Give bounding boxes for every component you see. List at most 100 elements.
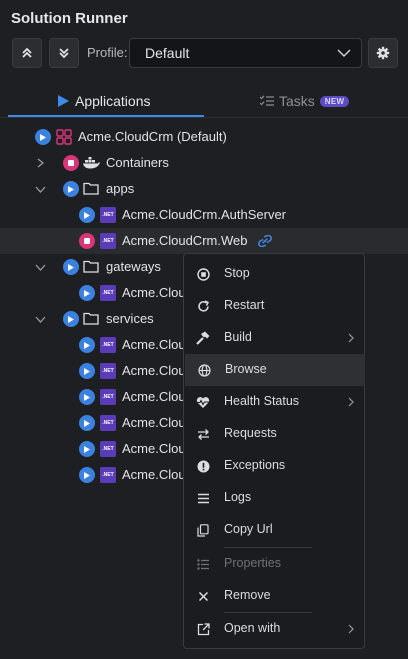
stop-square-icon <box>84 238 90 244</box>
list-icon <box>196 557 210 571</box>
menu-item-requests[interactable]: Requests <box>184 418 364 450</box>
globe-icon <box>197 363 211 377</box>
tree-item-containers[interactable]: Containers <box>0 150 408 176</box>
panel-title: Solution Runner <box>11 10 128 27</box>
hammer-icon <box>196 331 210 345</box>
play-icon <box>84 289 90 297</box>
menu-item-restart[interactable]: Restart <box>184 290 364 322</box>
start-button[interactable] <box>63 181 79 197</box>
tab-divider <box>0 117 408 118</box>
menu-item-properties: Properties <box>184 548 364 580</box>
tree-item-label: Acme.Clou <box>122 441 186 456</box>
dotnet-icon: .NET <box>100 363 116 379</box>
dotnet-icon: .NET <box>100 337 116 353</box>
play-icon <box>84 211 90 219</box>
chevron-down-icon <box>337 49 351 58</box>
folder-icon <box>83 312 99 325</box>
play-icon <box>68 185 74 193</box>
dotnet-icon: .NET <box>100 415 116 431</box>
dotnet-icon: .NET <box>100 441 116 457</box>
profile-label: Profile: <box>87 45 128 60</box>
chevron-down-icon[interactable] <box>35 264 46 271</box>
tab-bar: Applications Tasks NEW <box>0 86 408 118</box>
double-chevron-down-icon <box>59 48 69 59</box>
start-button[interactable] <box>79 207 95 223</box>
new-badge: NEW <box>319 95 350 107</box>
tree-item-label: Acme.CloudCrm (Default) <box>78 129 227 144</box>
folder-icon <box>83 260 99 273</box>
profile-select[interactable]: Default <box>129 38 362 68</box>
dotnet-icon: .NET <box>100 467 116 483</box>
checklist-icon <box>260 95 274 106</box>
tree-item-label: Acme.Clou <box>122 415 186 430</box>
chevron-down-icon[interactable] <box>35 186 46 193</box>
menu-item-open-with[interactable]: Open with <box>184 613 364 645</box>
tree-item-label: Acme.Clou <box>122 363 186 378</box>
start-button[interactable] <box>79 467 95 483</box>
folder-icon <box>83 182 99 195</box>
play-icon <box>68 315 74 323</box>
chevron-right-icon[interactable] <box>37 158 44 168</box>
play-icon <box>84 445 90 453</box>
start-button[interactable] <box>35 129 51 145</box>
collapse-all-button[interactable] <box>12 38 42 68</box>
tree-item-apps-folder[interactable]: apps <box>0 176 408 202</box>
heartbeat-icon <box>196 395 210 409</box>
start-button[interactable] <box>79 285 95 301</box>
start-button[interactable] <box>79 441 95 457</box>
swap-icon <box>196 427 210 441</box>
dotnet-icon: .NET <box>100 233 116 249</box>
chevron-right-icon <box>348 333 354 343</box>
tab-applications[interactable]: Applications <box>58 86 151 116</box>
solution-icon <box>56 129 72 145</box>
menu-item-health-status[interactable]: Health Status <box>184 386 364 418</box>
external-link-icon <box>196 622 210 636</box>
tree-item-label: Acme.CloudCrm.AuthServer <box>122 207 286 222</box>
x-icon <box>196 589 210 603</box>
settings-button[interactable] <box>368 38 398 68</box>
menu-item-remove[interactable]: Remove <box>184 580 364 612</box>
play-icon <box>84 471 90 479</box>
start-button[interactable] <box>63 311 79 327</box>
tab-tasks-label: Tasks <box>279 93 315 109</box>
expand-all-button[interactable] <box>49 38 79 68</box>
lines-icon <box>196 491 210 505</box>
stop-icon <box>196 267 210 281</box>
tab-tasks[interactable]: Tasks NEW <box>260 86 350 116</box>
start-button[interactable] <box>79 363 95 379</box>
tree-item-label: services <box>106 311 154 326</box>
stop-button[interactable] <box>79 233 95 249</box>
chevron-down-icon[interactable] <box>35 316 46 323</box>
menu-item-build[interactable]: Build <box>184 322 364 354</box>
copy-icon <box>196 523 210 537</box>
tree-item-label: Containers <box>106 155 169 170</box>
tree-item-web[interactable]: .NET Acme.CloudCrm.Web <box>0 228 408 254</box>
start-button[interactable] <box>63 259 79 275</box>
menu-item-browse[interactable]: Browse <box>185 354 365 386</box>
play-icon <box>84 367 90 375</box>
tree-item-solution[interactable]: Acme.CloudCrm (Default) <box>0 124 408 150</box>
exclamation-icon <box>196 459 210 473</box>
link-icon[interactable] <box>257 235 273 247</box>
play-icon <box>40 133 46 141</box>
chevron-right-icon <box>348 397 354 407</box>
tree-item-label: Acme.Clou <box>122 337 186 352</box>
play-icon <box>84 419 90 427</box>
menu-item-copy-url[interactable]: Copy Url <box>184 514 364 546</box>
tree-item-authserver[interactable]: .NET Acme.CloudCrm.AuthServer <box>0 202 408 228</box>
start-button[interactable] <box>79 337 95 353</box>
stop-button[interactable] <box>63 155 79 171</box>
tree-item-label: Acme.Clou <box>122 467 186 482</box>
stop-square-icon <box>68 160 74 166</box>
tree-item-label: Acme.CloudCrm.Web <box>122 233 248 248</box>
play-icon <box>84 341 90 349</box>
start-button[interactable] <box>79 389 95 405</box>
start-button[interactable] <box>79 415 95 431</box>
double-chevron-up-icon <box>22 47 32 58</box>
restart-icon <box>196 299 210 313</box>
tree-item-label: Acme.Clou <box>122 389 186 404</box>
menu-item-stop[interactable]: Stop <box>184 258 364 290</box>
toolbar: Profile: Default <box>12 38 398 68</box>
menu-item-logs[interactable]: Logs <box>184 482 364 514</box>
menu-item-exceptions[interactable]: Exceptions <box>184 450 364 482</box>
